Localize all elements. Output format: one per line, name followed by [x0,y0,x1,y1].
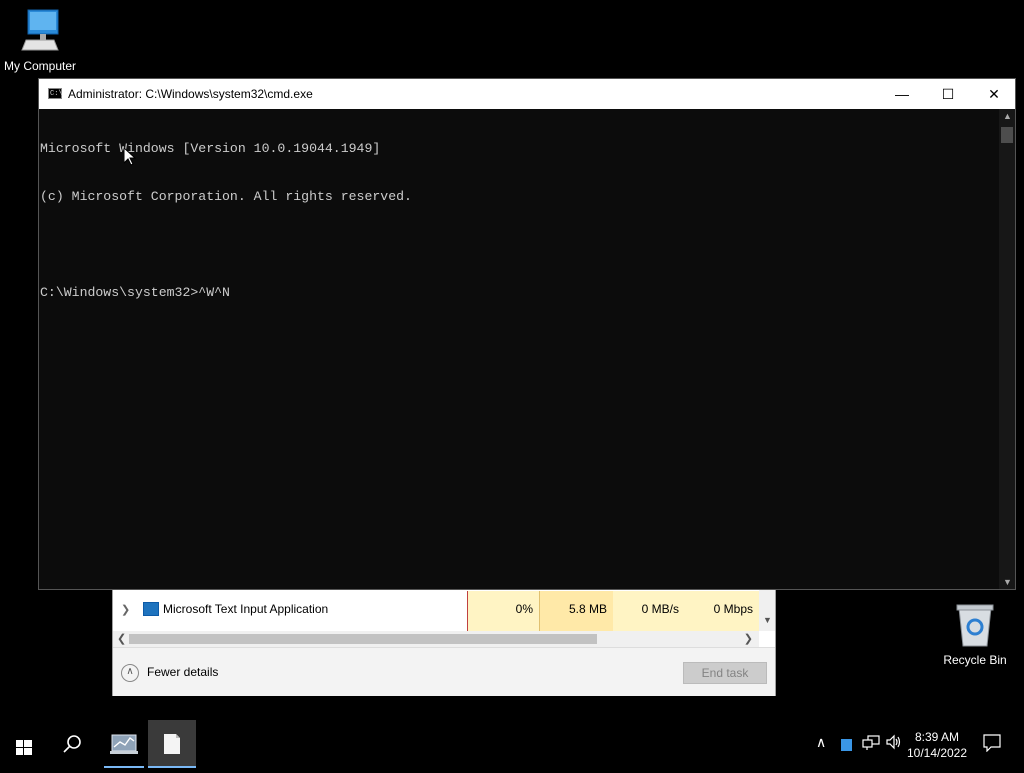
console-scrollbar[interactable]: ▲ ▼ [999,109,1015,589]
text-input-app-icon [143,602,159,616]
console-output[interactable]: Microsoft Windows [Version 10.0.19044.19… [39,109,1000,589]
scroll-left-icon[interactable]: ❮ [117,632,126,645]
cpu-cell: 0% [467,591,539,631]
fewer-details-button[interactable]: ∧ Fewer details [121,664,218,682]
cmd-window[interactable]: C:\ Administrator: C:\Windows\system32\c… [38,78,1016,590]
maximize-icon: ☐ [941,86,955,102]
search-icon [63,735,81,753]
cmd-window-title: Administrator: C:\Windows\system32\cmd.e… [68,87,313,101]
recycle-bin-label: Recycle Bin [943,653,1007,667]
windows-logo-icon [16,740,32,755]
maximize-button[interactable]: ☐ [925,79,971,109]
desktop: My Computer Recycle Bin ❯ Microsoft Text… [0,0,1024,720]
clock-time: 8:39 AM [914,730,960,744]
notification-icon [983,734,1001,753]
memory-cell: 5.8 MB [539,591,613,631]
taskbar-app-task-manager[interactable] [100,720,148,768]
console-scroll-thumb[interactable] [1001,127,1013,143]
process-list-horizontal-scrollbar[interactable]: ❮ ❯ [113,631,759,647]
console-line: Microsoft Windows [Version 10.0.19044.19… [40,141,381,156]
scroll-right-icon[interactable]: ❯ [744,632,753,645]
taskbar-app-cmd[interactable] [148,720,196,768]
task-manager-footer: ∧ Fewer details End task [113,647,775,696]
horizontal-scroll-thumb[interactable] [129,634,597,644]
collapse-up-icon: ∧ [121,664,139,682]
process-name: Microsoft Text Input Application [163,602,329,616]
cmd-title-bar[interactable]: C:\ Administrator: C:\Windows\system32\c… [39,79,1015,109]
scroll-up-icon[interactable]: ▲ [1003,111,1012,121]
network-cell: 0 Mbps [685,591,759,631]
disk-cell: 0 MB/s [613,591,685,631]
cmd-app-icon: C:\ [48,88,63,99]
blue-square-tray-icon[interactable] [841,739,852,751]
clock-date: 10/14/2022 [906,746,968,760]
my-computer-label: My Computer [3,59,77,73]
volume-icon[interactable] [886,734,902,753]
network-icon[interactable] [862,734,880,753]
task-manager-icon [110,734,138,754]
taskbar: ∧ 8:39 AM 10/14/2022 [0,720,1024,768]
fewer-details-label: Fewer details [147,665,219,680]
task-manager-window: ❯ Microsoft Text Input Application 0% 5.… [112,588,776,696]
computer-icon [21,9,59,51]
expand-chevron-icon[interactable]: ❯ [121,603,130,616]
my-computer-shortcut[interactable]: My Computer [0,8,80,73]
recycle-bin-shortcut[interactable]: Recycle Bin [935,602,1015,667]
document-icon [164,734,180,754]
console-prompt-line: C:\Windows\system32>^W^N [40,285,230,300]
mouse-cursor-icon [124,148,136,166]
minimize-icon: — [895,86,909,102]
recycle-bin-icon [956,604,994,647]
show-hidden-icons-chevron-icon[interactable]: ∧ [816,734,826,751]
scroll-down-icon[interactable]: ▼ [1003,577,1012,587]
close-icon: ✕ [988,86,1000,102]
process-list-vertical-scrollbar[interactable]: ▼ [759,589,775,631]
search-button[interactable] [48,720,96,768]
end-task-button[interactable]: End task [683,662,767,684]
close-button[interactable]: ✕ [971,79,1017,109]
start-button[interactable] [0,720,48,768]
system-clock[interactable]: 8:39 AM 10/14/2022 [902,729,972,761]
console-line: (c) Microsoft Corporation. All rights re… [40,189,412,204]
minimize-button[interactable]: — [879,79,925,109]
action-center-button[interactable] [983,734,1001,755]
scroll-down-icon[interactable]: ▼ [763,615,772,625]
process-row[interactable]: ❯ Microsoft Text Input Application 0% 5.… [113,591,759,631]
